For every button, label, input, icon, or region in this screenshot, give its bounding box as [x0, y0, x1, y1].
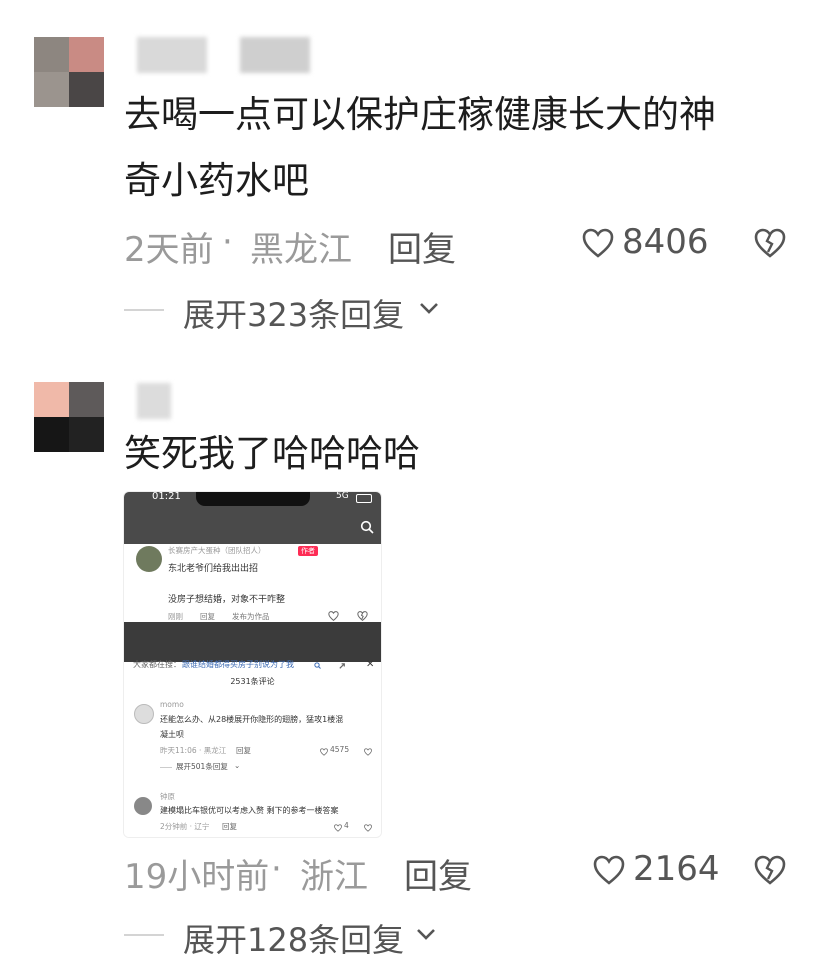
embedded-comment-line1: 建模塌比车银优可以考虑入赘 剩下的参考一楼答案: [160, 806, 339, 815]
embedded-avatar: [134, 704, 154, 724]
embedded-status-bar: 01:21 5G: [124, 492, 381, 544]
embedded-post-line1: 东北老爷们给我出出招: [168, 564, 259, 574]
embedded-expand-divider: [160, 767, 172, 768]
expand-divider: [124, 934, 164, 936]
embedded-like-count: 4: [344, 821, 349, 830]
comment-text: 奇小药水吧: [124, 159, 309, 202]
reply-button[interactable]: 回复: [404, 849, 472, 898]
comment-location: 黑龙江: [250, 230, 352, 270]
embedded-post-meta-publish[interactable]: 发布为作品: [232, 611, 270, 622]
heart-outline-icon[interactable]: [320, 748, 328, 756]
comment-image[interactable]: 01:21 5G 长赛房产大蛋种（团队招人） 作者 东北老爷们给我出出招 没房子…: [123, 491, 382, 838]
embedded-reply[interactable]: 回复: [236, 745, 251, 756]
like-count: 8406: [622, 222, 709, 262]
embedded-comment-line1: 还能怎么办、从28楼展开你隐形的翅膀，猛攻1楼混: [160, 715, 344, 724]
username-blurred[interactable]: [137, 37, 207, 73]
avatar[interactable]: [34, 382, 104, 452]
embedded-comment-meta: 2分钟前 · 辽宁: [160, 822, 210, 831]
embedded-status-time: 01:21: [152, 491, 181, 502]
embedded-comment-meta: 昨天11:06 · 黑龙江: [160, 746, 227, 755]
embedded-comment-count: 2531条评论: [230, 677, 275, 686]
chevron-down-icon[interactable]: [415, 927, 437, 941]
search-icon[interactable]: [314, 662, 321, 669]
broken-heart-icon[interactable]: [754, 228, 786, 258]
embedded-post-meta-time: 刚刚: [168, 612, 183, 621]
expand-replies-button[interactable]: 展开323条回复: [183, 290, 404, 336]
search-icon[interactable]: [360, 520, 374, 534]
embedded-comment-line2: 凝土呗: [160, 730, 184, 739]
avatar[interactable]: [34, 37, 104, 107]
expand-replies-button[interactable]: 展开128条回复: [183, 915, 404, 961]
heart-outline-icon[interactable]: [593, 855, 625, 885]
embedded-dim-overlay: [124, 622, 381, 662]
comment-time: 19小时前: [124, 857, 270, 897]
embedded-notch: [196, 492, 310, 506]
expand-divider: [124, 309, 164, 311]
close-icon[interactable]: ✕: [366, 659, 374, 670]
comment-text: 去喝一点可以保护庄稼健康长大的神: [124, 93, 716, 136]
embedded-status-signal: 5G: [336, 491, 349, 501]
refresh-icon[interactable]: [338, 662, 347, 671]
broken-heart-icon[interactable]: [364, 824, 372, 832]
broken-heart-icon[interactable]: [364, 748, 372, 756]
embedded-battery-icon: [356, 494, 372, 503]
embedded-username: 钟原: [160, 792, 175, 801]
username-blurred[interactable]: [137, 383, 171, 419]
chevron-down-icon[interactable]: [418, 301, 440, 315]
embedded-author-avatar: [136, 546, 162, 572]
embedded-avatar: [134, 797, 152, 815]
embedded-like-count: 4575: [330, 745, 350, 754]
meta-separator: ·: [222, 222, 233, 262]
embedded-search-prefix: 大家都在搜：: [133, 660, 181, 669]
embedded-post-meta-reply[interactable]: 回复: [200, 611, 215, 622]
embedded-comment-panel: 大家都在搜： 跟谁结婚都得买房子别说为了我 ✕ 2531条评论 momo 还能怎…: [124, 659, 381, 837]
comment-time: 2天前: [124, 230, 214, 270]
comment-location: 浙江: [300, 857, 368, 897]
username-blurred[interactable]: [240, 37, 310, 73]
embedded-author-badge: 作者: [298, 546, 318, 556]
embedded-expand-replies[interactable]: 展开501条回复: [176, 761, 228, 772]
embedded-post-line2: 没房子想结婚，对象不干咋整: [168, 595, 286, 605]
embedded-author-name: 长赛房产大蛋种（团队招人）: [168, 546, 266, 555]
reply-button[interactable]: 回复: [388, 222, 456, 271]
embedded-post: 长赛房产大蛋种（团队招人） 作者 东北老爷们给我出出招 没房子想结婚，对象不干咋…: [124, 544, 381, 622]
like-count: 2164: [633, 849, 720, 889]
comment-text: 笑死我了哈哈哈哈: [124, 432, 420, 475]
heart-outline-icon[interactable]: [582, 228, 614, 258]
embedded-search-query[interactable]: 跟谁结婚都得买房子别说为了我: [182, 659, 294, 670]
heart-outline-icon[interactable]: [328, 611, 339, 621]
heart-outline-icon[interactable]: [334, 824, 342, 832]
embedded-reply[interactable]: 回复: [222, 821, 237, 832]
broken-heart-icon[interactable]: [357, 611, 368, 621]
chevron-down-icon[interactable]: ⌄: [234, 761, 240, 770]
embedded-username: momo: [160, 700, 184, 709]
broken-heart-icon[interactable]: [754, 855, 786, 885]
meta-separator: ·: [271, 849, 282, 889]
